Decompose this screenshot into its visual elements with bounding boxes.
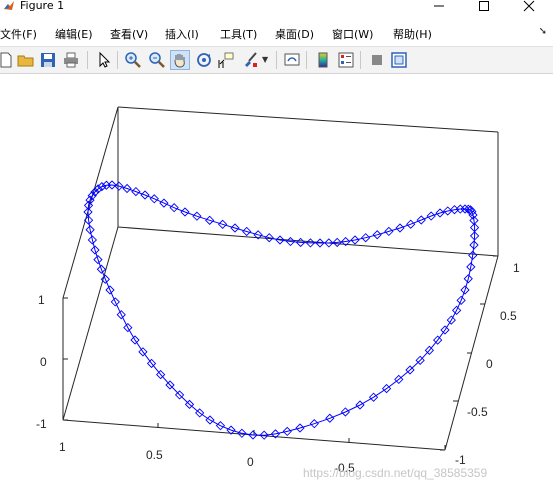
menu-insert-key: (I)	[187, 28, 199, 41]
axis-edge	[117, 106, 499, 133]
menu-view-key: (V)	[132, 28, 149, 41]
title-bar: Figure 1	[0, 0, 553, 13]
menu-help-label: 帮助	[393, 28, 415, 41]
minimize-button[interactable]	[423, 0, 455, 13]
plot-line[interactable]	[83, 180, 480, 440]
z-tick-label: 1	[38, 293, 45, 307]
new-figure-icon	[0, 52, 12, 68]
menu-window-key: (W)	[354, 28, 374, 41]
watermark-text: https://blog.csdn.net/qq_38585359	[303, 466, 488, 480]
open-file-icon	[17, 55, 34, 67]
rotate-3d-icon	[197, 53, 211, 67]
toolbar-separator	[117, 51, 118, 69]
new-figure-button[interactable]	[0, 51, 15, 69]
show-plot-tools-icon	[391, 52, 407, 68]
menu-edit-label: 编辑	[55, 28, 77, 41]
menu-file[interactable]: 文件(F)	[0, 26, 37, 42]
pointer-icon	[99, 51, 111, 68]
colorbar-button[interactable]	[314, 51, 332, 69]
curve-line	[87, 184, 476, 436]
print-button[interactable]	[62, 51, 80, 69]
z-tick-label: -1	[36, 417, 47, 431]
figure-toolbar: ▼	[0, 46, 553, 74]
menu-view[interactable]: 查看(V)	[110, 26, 148, 42]
open-file-button[interactable]	[17, 51, 35, 69]
show-plot-tools-button[interactable]	[390, 51, 408, 69]
menu-overflow-arrow-icon[interactable]: ➘	[539, 26, 547, 37]
menu-help[interactable]: 帮助(H)	[393, 26, 432, 42]
zoom-in-icon	[125, 52, 141, 68]
pan-button[interactable]	[170, 50, 190, 70]
menu-view-label: 查看	[110, 28, 132, 41]
menu-desktop-label: 桌面	[275, 28, 297, 41]
axes-box	[62, 106, 499, 451]
edit-plot-button[interactable]	[95, 51, 113, 69]
menu-file-label: 文件	[0, 28, 22, 41]
close-button[interactable]	[513, 0, 545, 13]
menu-edit-key: (E)	[77, 28, 93, 41]
menu-bar: 文件(F) 编辑(E) 查看(V) 插入(I) 工具(T) 桌面(D) 窗口(W…	[0, 23, 553, 43]
menu-edit[interactable]: 编辑(E)	[55, 26, 93, 42]
toolbar-separator	[360, 51, 361, 69]
brush-icon	[245, 52, 257, 67]
toolbar-separator	[306, 51, 307, 69]
brush-dropdown-arrow-icon[interactable]: ▼	[262, 55, 268, 64]
menu-insert[interactable]: 插入(I)	[165, 26, 199, 42]
legend-icon	[338, 52, 354, 68]
axis-edge	[62, 106, 119, 299]
3d-axes[interactable]: 1 0 -1 1 0.5 0 -0.5 1 0.5 0 -0.5 -1	[0, 74, 553, 494]
save-icon	[41, 53, 55, 67]
y-tick-label: -1	[455, 453, 466, 467]
close-icon	[523, 0, 535, 11]
zoom-out-icon	[149, 52, 165, 68]
axis-edge	[62, 226, 119, 421]
menu-tools[interactable]: 工具(T)	[220, 26, 257, 42]
figure-canvas[interactable]: 1 0 -1 1 0.5 0 -0.5 1 0.5 0 -0.5 -1	[0, 74, 553, 494]
matlab-logo-icon	[4, 1, 14, 10]
y-tick-label: 0.5	[500, 309, 517, 323]
menu-insert-label: 插入	[165, 28, 187, 41]
menu-help-key: (H)	[415, 28, 432, 41]
menu-file-key: (F)	[22, 28, 37, 41]
rotate-3d-button[interactable]	[195, 51, 213, 69]
pan-hand-icon	[174, 54, 185, 68]
x-tick-label: 1	[59, 440, 66, 454]
save-button[interactable]	[39, 51, 57, 69]
menu-desktop[interactable]: 桌面(D)	[275, 26, 314, 42]
tick-marks	[62, 255, 498, 451]
minimize-icon	[434, 5, 444, 6]
maximize-button[interactable]	[468, 0, 500, 13]
z-tick-labels: 1 0 -1	[36, 293, 47, 431]
zoom-out-button[interactable]	[148, 51, 166, 69]
data-cursor-icon	[218, 52, 234, 68]
x-tick-label: 0.5	[146, 448, 163, 462]
hide-plot-tools-button[interactable]	[368, 51, 386, 69]
window-title: Figure 1	[20, 0, 65, 12]
y-tick-label: 0	[486, 357, 493, 371]
menu-tools-label: 工具	[220, 28, 242, 41]
toolbar-separator	[87, 51, 88, 69]
hide-plot-tools-icon	[372, 55, 382, 65]
brush-button[interactable]	[241, 51, 259, 69]
data-cursor-button[interactable]	[217, 51, 235, 69]
toolbar-separator	[276, 51, 277, 69]
maximize-icon	[479, 0, 489, 11]
legend-button[interactable]	[337, 51, 355, 69]
zoom-in-button[interactable]	[124, 51, 142, 69]
y-tick-label: 1	[513, 261, 520, 275]
print-icon	[64, 52, 78, 68]
menu-window[interactable]: 窗口(W)	[332, 26, 373, 42]
menu-window-label: 窗口	[332, 28, 354, 41]
z-tick-label: 0	[40, 355, 47, 369]
menu-tools-key: (T)	[242, 28, 258, 41]
link-plot-icon	[284, 53, 300, 66]
colorbar-icon	[318, 52, 328, 68]
menu-desktop-key: (D)	[297, 28, 315, 41]
x-tick-label: 0	[247, 455, 254, 469]
link-plot-button[interactable]	[283, 51, 301, 69]
y-tick-label: -0.5	[467, 405, 488, 419]
